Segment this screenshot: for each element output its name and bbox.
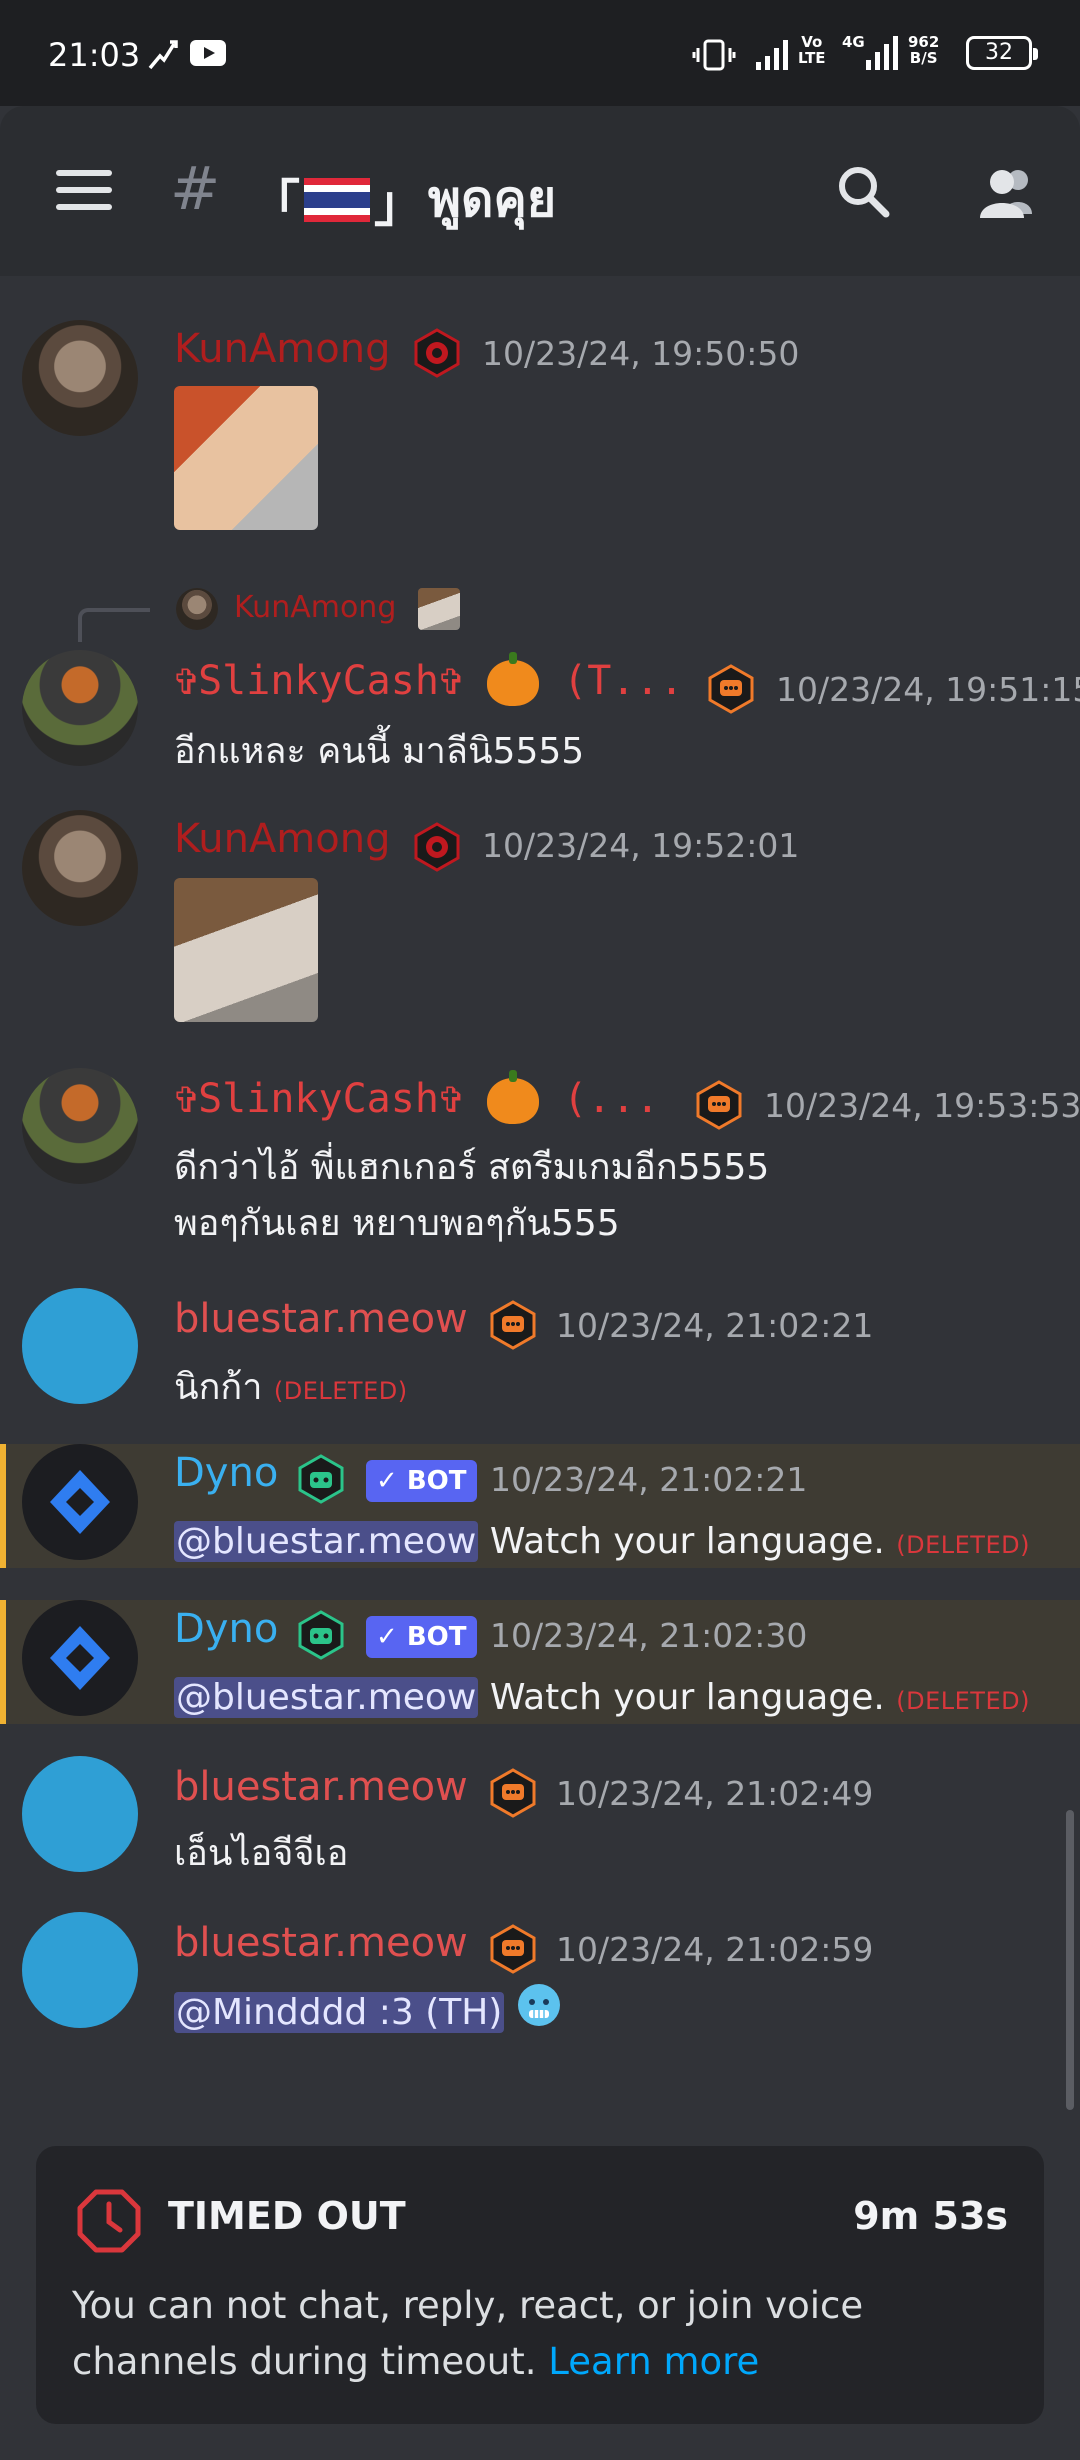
activity-icon bbox=[146, 38, 180, 79]
pumpkin-emoji-icon bbox=[487, 652, 540, 706]
status-time: 21:03 bbox=[48, 36, 141, 74]
message-author[interactable]: bluestar.meow bbox=[174, 1764, 468, 1810]
message-content: @bluestar.meow Watch your language. (DEL… bbox=[174, 1521, 1030, 1562]
timeout-notice: TIMED OUT 9m 53s You can not chat, reply… bbox=[36, 2146, 1044, 2424]
learn-more-link[interactable]: Learn more bbox=[548, 2340, 759, 2383]
reply-avatar bbox=[176, 588, 218, 630]
role-badge-icon bbox=[412, 822, 462, 872]
message-content: นิกก้า (DELETED) bbox=[174, 1367, 408, 1408]
role-badge-icon bbox=[488, 1768, 538, 1818]
timeout-clock-icon bbox=[76, 2188, 142, 2254]
avatar[interactable] bbox=[22, 320, 138, 436]
image-attachment[interactable] bbox=[174, 386, 318, 530]
timeout-timer: 9m 53s bbox=[853, 2194, 1008, 2238]
avatar[interactable] bbox=[22, 1288, 138, 1404]
message-timestamp: 10/23/24, 21:02:59 bbox=[556, 1930, 874, 1969]
role-badge-icon bbox=[296, 1610, 346, 1660]
pumpkin-emoji-icon bbox=[487, 1070, 540, 1124]
bracket-open: 「 bbox=[250, 174, 300, 233]
menu-icon[interactable] bbox=[56, 170, 112, 210]
search-icon[interactable] bbox=[836, 164, 892, 220]
cell-signal-icon bbox=[866, 36, 898, 70]
channel-title: 「 」 พูดคุย bbox=[250, 160, 556, 239]
avatar[interactable] bbox=[22, 650, 138, 766]
message-author[interactable]: ✞SlinkyCash✞ (T... bbox=[174, 652, 684, 706]
message-author[interactable]: KunAmong bbox=[174, 326, 390, 372]
members-icon[interactable] bbox=[974, 164, 1042, 220]
role-badge-icon bbox=[296, 1454, 346, 1504]
message-timestamp: 10/23/24, 21:02:49 bbox=[556, 1774, 874, 1813]
avatar[interactable] bbox=[22, 810, 138, 926]
user-mention[interactable]: @bluestar.meow bbox=[174, 1677, 479, 1718]
reply-author[interactable]: KunAmong bbox=[234, 590, 396, 625]
message-timestamp: 10/23/24, 19:50:50 bbox=[482, 334, 800, 373]
deleted-label: (DELETED) bbox=[896, 1531, 1030, 1559]
message-author[interactable]: ✞SlinkyCash✞ (... bbox=[174, 1070, 660, 1124]
message-author[interactable]: Dyno bbox=[174, 1450, 278, 1496]
timeout-description: You can not chat, reply, react, or join … bbox=[72, 2284, 864, 2383]
bot-tag: ✓ BOT bbox=[366, 1616, 477, 1658]
role-badge-icon bbox=[694, 1080, 744, 1130]
role-badge-icon bbox=[412, 328, 462, 378]
volte-label: Vo LTE bbox=[798, 33, 826, 67]
message-content: อีกแหละ คนนี้ มาลีนิ5555 bbox=[174, 731, 585, 772]
message-author[interactable]: bluestar.meow bbox=[174, 1920, 468, 1966]
thailand-flag-icon bbox=[304, 177, 370, 222]
chat-scrollbar[interactable] bbox=[1066, 1810, 1074, 2110]
message-author[interactable]: KunAmong bbox=[174, 816, 390, 862]
channel-name: พูดคุย bbox=[428, 170, 557, 228]
message-timestamp: 10/23/24, 19:53:53 bbox=[764, 1086, 1080, 1125]
avatar[interactable] bbox=[22, 1068, 138, 1184]
message-content: @Mindddd :3 (TH) bbox=[174, 1982, 562, 2045]
message-timestamp: 10/23/24, 19:52:01 bbox=[482, 826, 800, 865]
message-content: เอ็นไอจีจีเอ bbox=[174, 1833, 349, 1874]
user-mention[interactable]: @Mindddd :3 (TH) bbox=[174, 1991, 505, 2033]
channel-header: # 「 」 พูดคุย bbox=[0, 106, 1080, 276]
message-timestamp: 10/23/24, 19:51:15 bbox=[776, 670, 1080, 709]
avatar[interactable] bbox=[22, 1600, 138, 1716]
avatar[interactable] bbox=[22, 1756, 138, 1872]
channel-hash-icon: # bbox=[170, 154, 221, 224]
timeout-title: TIMED OUT bbox=[168, 2194, 406, 2238]
deleted-label: (DELETED) bbox=[273, 1377, 408, 1405]
message-content: ดีกว่าไอ้ พี่แฮกเกอร์ สตรีมเกมอีก5555 bbox=[174, 1147, 770, 1188]
avatar[interactable] bbox=[22, 1444, 138, 1560]
image-attachment[interactable] bbox=[174, 878, 318, 1022]
battery-indicator: 32 bbox=[966, 36, 1038, 70]
deleted-label: (DELETED) bbox=[896, 1687, 1030, 1715]
bracket-close: 」 bbox=[374, 174, 424, 233]
message-content: พอๆกันเลย หยาบพอๆกัน555 bbox=[174, 1203, 620, 1244]
message-timestamp: 10/23/24, 21:02:30 bbox=[490, 1616, 808, 1655]
role-badge-icon bbox=[488, 1924, 538, 1974]
wifi-signal-icon bbox=[756, 36, 788, 70]
message-author[interactable]: bluestar.meow bbox=[174, 1296, 468, 1342]
user-mention[interactable]: @bluestar.meow bbox=[174, 1521, 479, 1562]
cold-face-emoji-icon bbox=[516, 1982, 562, 2045]
bot-tag: ✓ BOT bbox=[366, 1460, 477, 1502]
network-gen-label: 4G bbox=[842, 33, 865, 51]
message-author[interactable]: Dyno bbox=[174, 1606, 278, 1652]
role-badge-icon bbox=[706, 664, 756, 714]
message-timestamp: 10/23/24, 21:02:21 bbox=[490, 1460, 808, 1499]
youtube-icon bbox=[190, 40, 226, 66]
role-badge-icon bbox=[488, 1300, 538, 1350]
reply-image-preview[interactable] bbox=[418, 588, 460, 630]
status-bar: 21:03 Vo LTE 4G 962 B/S 32 bbox=[0, 0, 1080, 106]
avatar[interactable] bbox=[22, 1912, 138, 2028]
network-speed: 962 B/S bbox=[908, 33, 940, 67]
message-timestamp: 10/23/24, 21:02:21 bbox=[556, 1306, 874, 1345]
message-content: @bluestar.meow Watch your language. (DEL… bbox=[174, 1677, 1030, 1718]
reply-connector bbox=[78, 608, 150, 642]
vibrate-icon bbox=[692, 38, 736, 79]
